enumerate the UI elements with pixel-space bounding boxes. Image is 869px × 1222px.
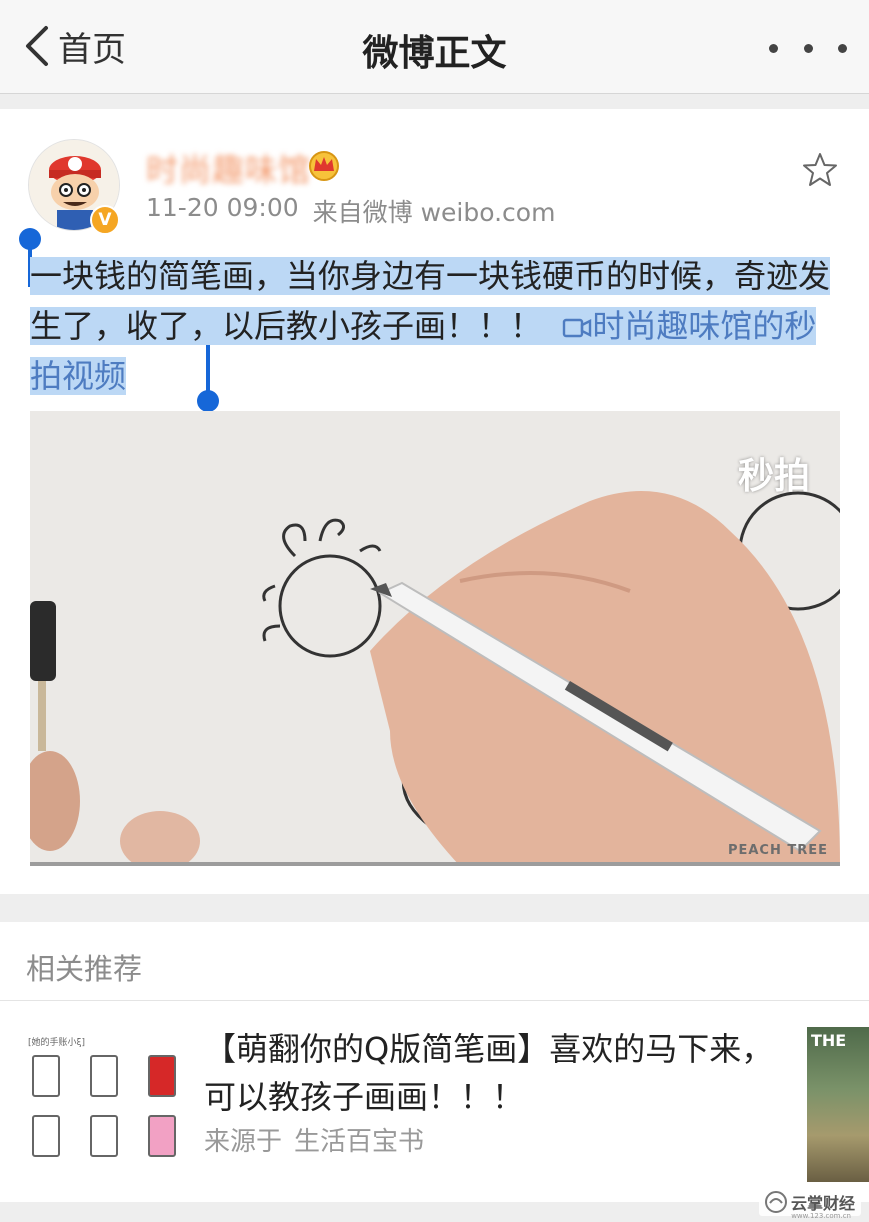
- watermark-url: www.123.com.cn: [791, 1212, 851, 1220]
- video-progress-bar[interactable]: [30, 862, 840, 866]
- video-watermark: 秒拍: [738, 447, 810, 499]
- notebook-doodle: [148, 1055, 176, 1097]
- crown-icon: [309, 151, 339, 181]
- notebook-doodle: [32, 1115, 60, 1157]
- notebook-doodle: [32, 1055, 60, 1097]
- cloud-logo-icon: [764, 1191, 787, 1213]
- video-frame: [30, 411, 840, 866]
- side-thumb-text: THE: [811, 1031, 847, 1050]
- related-source: 来源于 生活百宝书: [204, 1121, 424, 1158]
- dot: [769, 43, 778, 53]
- related-section: 相关推荐 [她的手账小ξ] 【萌翻你的Q版简笔画】喜欢的马下来，可以教孩子画画！…: [0, 922, 869, 1202]
- site-watermark: 云掌财经 www.123.com.cn: [758, 1188, 861, 1220]
- dot: [803, 43, 813, 53]
- post-text[interactable]: 一块钱的简笔画，当你身边有一块钱硬币的时候，奇迹发生了，收了，以后教小孩子画！！…: [30, 251, 840, 401]
- page-title: 微博正文: [362, 33, 507, 74]
- post-card: V 时尚趣味馆 11-20 09:00 来自微博 weibo.com 一块钱的简…: [0, 109, 869, 894]
- related-thumbnail: [她的手账小ξ]: [22, 1027, 182, 1177]
- video-player[interactable]: 秒拍 PEACH TREE: [30, 411, 840, 866]
- next-item-thumbnail[interactable]: THE: [807, 1027, 869, 1182]
- miaopai-logo-icon: [738, 447, 840, 866]
- more-options-icon[interactable]: [769, 38, 847, 58]
- dot: [838, 43, 847, 53]
- notebook-doodle: [90, 1055, 118, 1097]
- related-title: 【萌翻你的Q版简笔画】喜欢的马下来，可以教孩子画画！！！: [204, 1030, 774, 1116]
- verified-badge: V: [90, 205, 120, 235]
- related-item[interactable]: [她的手账小ξ] 【萌翻你的Q版简笔画】喜欢的马下来，可以教孩子画画！！！ 来源…: [0, 1001, 869, 1201]
- thumb-header: [她的手账小ξ]: [28, 1038, 86, 1048]
- username[interactable]: 时尚趣味馆: [146, 145, 311, 191]
- notebook-doodle: [148, 1115, 176, 1157]
- watermark-name: 云掌财经: [790, 1194, 855, 1213]
- post-source: 来自微博 weibo.com: [312, 198, 556, 227]
- selection-end-handle[interactable]: [196, 345, 220, 413]
- star-icon[interactable]: [801, 151, 839, 189]
- source-name: 生活百宝书: [294, 1127, 425, 1157]
- post-time: 11-20 09:00: [146, 193, 299, 222]
- source-prefix: 来源于: [204, 1127, 283, 1157]
- notebook-doodle: [90, 1115, 118, 1157]
- video-link-icon: [563, 318, 592, 338]
- navigation-bar: 首页 微博正文: [0, 0, 869, 94]
- thumb-grid: [32, 1055, 182, 1157]
- related-header: 相关推荐: [26, 952, 143, 986]
- post-meta: 11-20 09:00 来自微博 weibo.com: [146, 193, 555, 229]
- video-credit: PEACH TREE: [727, 843, 828, 858]
